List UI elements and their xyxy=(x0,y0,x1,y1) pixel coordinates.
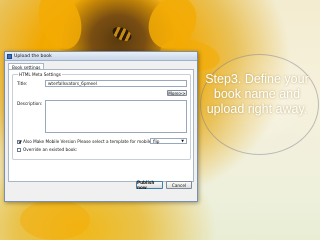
description-field[interactable] xyxy=(45,100,187,133)
chevron-down-icon: ▼ xyxy=(181,139,184,143)
sunflower-petal xyxy=(20,200,90,240)
publish-now-button[interactable]: Publish now xyxy=(136,180,163,190)
bee xyxy=(110,24,134,44)
settings-panel: HTML Meta Settings Title: More>> Descrip… xyxy=(8,69,194,182)
template-select-value: flip xyxy=(153,139,160,144)
dialog-titlebar[interactable]: Upload the book xyxy=(5,52,197,61)
mobile-version-label: Also Make Mobile Version Please select a… xyxy=(23,139,153,144)
template-select[interactable]: flip ▼ xyxy=(150,138,187,144)
override-checkbox[interactable] xyxy=(17,147,21,152)
override-row: Override an existed book: xyxy=(17,147,77,152)
override-label: Override an existed book: xyxy=(23,147,78,152)
dialog-title: Upload the book xyxy=(14,53,52,59)
more-button[interactable]: More>> xyxy=(167,90,187,96)
mobile-version-row: Also Make Mobile Version Please select a… xyxy=(17,139,153,144)
cancel-button[interactable]: Cancel xyxy=(166,181,192,189)
callout-text: Step3. Define your book name and upload … xyxy=(205,72,309,116)
upload-dialog: Upload the book Book settings HTML Meta … xyxy=(4,51,198,202)
description-label: Description: xyxy=(17,101,43,106)
sunflower-petal xyxy=(30,0,90,56)
mobile-version-checkbox[interactable] xyxy=(17,139,21,144)
html-meta-group: HTML Meta Settings Title: More>> Descrip… xyxy=(12,72,191,160)
group-title: HTML Meta Settings xyxy=(18,72,62,77)
app-icon xyxy=(7,53,12,59)
title-label: Title: xyxy=(17,81,28,86)
title-field[interactable] xyxy=(45,80,187,87)
